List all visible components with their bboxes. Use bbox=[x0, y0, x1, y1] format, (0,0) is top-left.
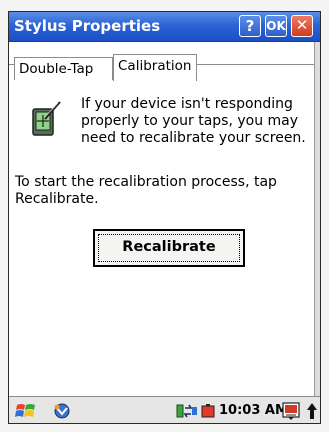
close-button[interactable]: ✕ bbox=[291, 15, 313, 37]
battery-icon[interactable] bbox=[201, 403, 215, 419]
title-bar: Stylus Properties ? OK ✕ bbox=[9, 12, 320, 42]
tab-double-tap[interactable]: Double-Tap bbox=[14, 57, 113, 80]
device-frame: Stylus Properties ? OK ✕ Double-Tap Cali… bbox=[0, 0, 329, 432]
instruction-text: To start the recalibration process, tap … bbox=[15, 174, 277, 207]
taskbar: 10:03 AM bbox=[9, 396, 320, 423]
network-icon[interactable] bbox=[52, 402, 72, 420]
up-arrow-icon[interactable] bbox=[306, 401, 318, 421]
sync-icon[interactable] bbox=[176, 402, 198, 420]
keyboard-icon[interactable] bbox=[282, 401, 300, 421]
stylus-icon bbox=[32, 101, 61, 136]
clock[interactable]: 10:03 AM bbox=[219, 403, 288, 418]
recalibrate-button[interactable]: Recalibrate bbox=[93, 229, 245, 267]
intro-text: If your device isn't responding properly… bbox=[81, 96, 306, 146]
tab-calibration[interactable]: Calibration bbox=[113, 54, 197, 81]
window-title: Stylus Properties bbox=[14, 17, 161, 35]
start-icon[interactable] bbox=[15, 401, 37, 421]
ok-button[interactable]: OK bbox=[265, 15, 287, 37]
help-button[interactable]: ? bbox=[239, 15, 261, 37]
screen: Stylus Properties ? OK ✕ Double-Tap Cali… bbox=[8, 11, 321, 424]
scroll-edge bbox=[314, 42, 320, 397]
